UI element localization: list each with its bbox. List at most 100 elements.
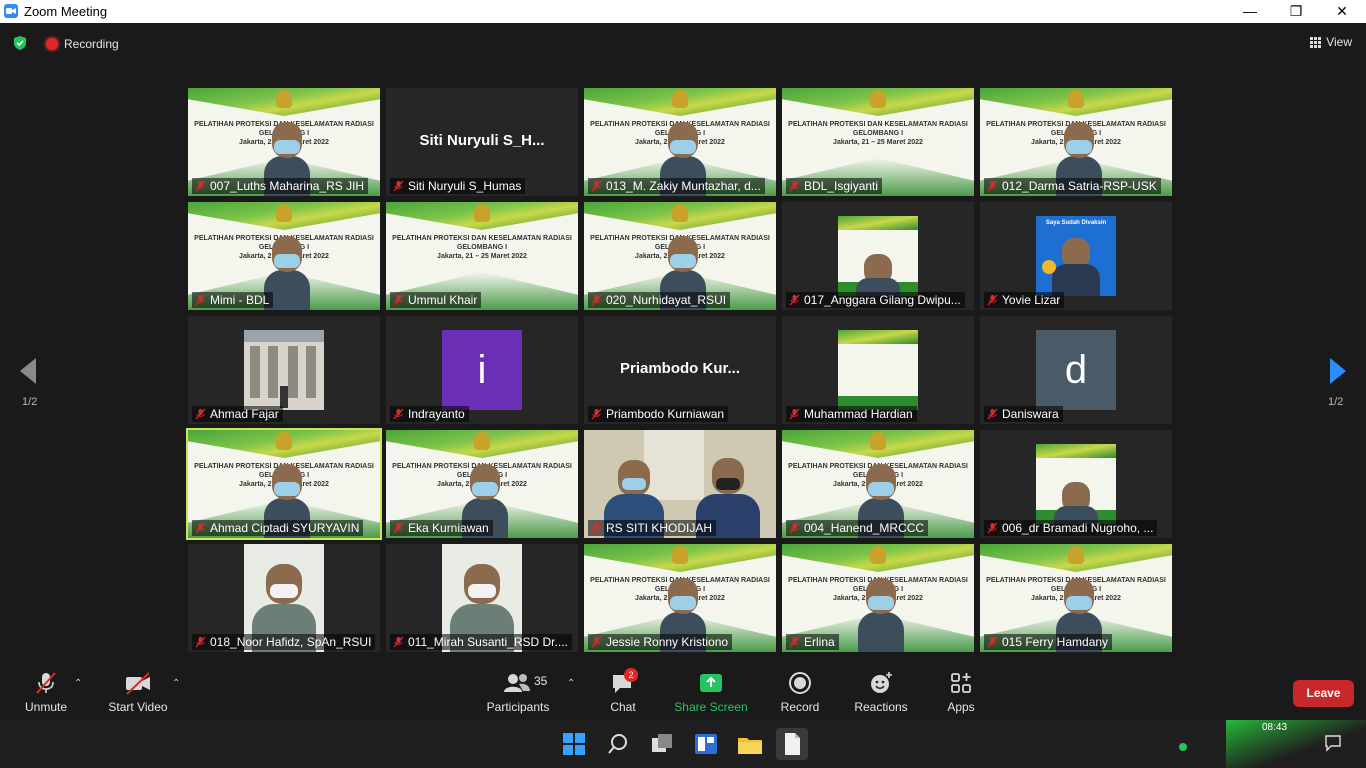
participant-name-label: 004_Hanend_MRCCC xyxy=(786,520,929,536)
garuda-emblem-icon xyxy=(672,90,688,108)
participants-button[interactable]: 35 Participants xyxy=(484,670,552,714)
participant-video-tile[interactable]: PELATIHAN PROTEKSI DAN KESELAMATAN RADIA… xyxy=(782,88,974,196)
reactions-label: Reactions xyxy=(854,700,908,714)
participant-name-label: Indrayanto xyxy=(390,406,469,422)
participant-video-tile[interactable]: RS SITI KHODIJAH xyxy=(584,430,776,538)
recording-indicator[interactable]: Recording xyxy=(46,37,119,51)
muted-mic-icon xyxy=(393,636,404,648)
participant-name-label: Daniswara xyxy=(984,406,1063,422)
participant-video-tile[interactable]: PELATIHAN PROTEKSI DAN KESELAMATAN RADIA… xyxy=(980,88,1172,196)
participant-name-label: 017_Anggara Gilang Dwipu... xyxy=(786,292,965,308)
meeting-toolbar: Unmute ⌃ Start Video ⌃ 35 Participants ⌃… xyxy=(0,664,1366,720)
leave-button[interactable]: Leave xyxy=(1293,680,1354,707)
participant-video-tile[interactable]: PELATIHAN PROTEKSI DAN KESELAMATAN RADIA… xyxy=(782,544,974,652)
taskbar-clock[interactable]: 08:43 xyxy=(1262,722,1287,733)
participant-video-tile[interactable]: PELATIHAN PROTEKSI DAN KESELAMATAN RADIA… xyxy=(584,544,776,652)
chat-button[interactable]: 2 Chat xyxy=(606,668,640,714)
widgets-icon[interactable] xyxy=(690,728,722,760)
windows-start-icon[interactable] xyxy=(558,728,590,760)
start-video-label: Start Video xyxy=(108,700,168,714)
muted-mic-icon xyxy=(591,180,602,192)
muted-mic-icon xyxy=(591,294,602,306)
record-icon xyxy=(789,672,811,694)
shield-icon[interactable] xyxy=(12,35,28,51)
apps-button[interactable]: Apps xyxy=(944,670,978,714)
title-bar: Zoom Meeting — ❐ ✕ xyxy=(0,0,1366,23)
participant-video-tile[interactable]: Saya Sudah Divaksin Yovie Lizar xyxy=(980,202,1172,310)
participant-name-label: BDL_Isgiyanti xyxy=(786,178,883,194)
participant-video-tile[interactable]: Siti Nuryuli S_H... Siti Nuryuli S_Humas xyxy=(386,88,578,196)
garuda-emblem-icon xyxy=(1068,90,1084,108)
participant-video xyxy=(838,330,918,410)
video-options-chevron-up-icon[interactable]: ⌃ xyxy=(172,678,180,689)
participant-video-tile[interactable]: Muhammad Hardian xyxy=(782,316,974,424)
participant-video-tile[interactable]: PELATIHAN PROTEKSI DAN KESELAMATAN RADIA… xyxy=(584,202,776,310)
smiley-reaction-icon xyxy=(871,672,892,693)
share-screen-label: Share Screen xyxy=(674,700,748,714)
notifications-icon[interactable] xyxy=(1324,734,1342,752)
start-video-button[interactable]: Start Video xyxy=(106,670,170,714)
participant-video-tile[interactable]: 018_Noor Hafidz, SpAn_RSUI xyxy=(188,544,380,652)
next-page-arrow-icon[interactable] xyxy=(1328,356,1348,386)
participant-name-label: Erlina xyxy=(786,634,839,650)
close-button[interactable]: ✕ xyxy=(1319,0,1365,23)
participant-video-tile[interactable]: d Daniswara xyxy=(980,316,1172,424)
garuda-emblem-icon xyxy=(870,90,886,108)
muted-mic-icon xyxy=(393,522,404,534)
task-view-icon[interactable] xyxy=(646,728,678,760)
participant-video xyxy=(1036,444,1116,524)
muted-mic-icon xyxy=(987,294,998,306)
participant-video-tile[interactable]: PELATIHAN PROTEKSI DAN KESELAMATAN RADIA… xyxy=(188,202,380,310)
record-button[interactable]: Record xyxy=(778,670,822,714)
participant-video-tile[interactable]: Ahmad Fajar xyxy=(188,316,380,424)
participant-display-name: Siti Nuryuli S_H... xyxy=(419,132,545,149)
garuda-emblem-icon xyxy=(276,90,292,108)
participant-name-label: 006_dr Bramadi Nugroho, ... xyxy=(984,520,1158,536)
share-screen-button[interactable]: Share Screen xyxy=(674,670,748,714)
document-app-icon[interactable] xyxy=(776,728,808,760)
muted-mic-icon xyxy=(195,294,206,306)
participants-options-chevron-up-icon[interactable]: ⌃ xyxy=(567,678,575,689)
audio-options-chevron-up-icon[interactable]: ⌃ xyxy=(74,678,82,689)
muted-mic-icon xyxy=(195,522,206,534)
participant-avatar: d xyxy=(1036,330,1116,410)
view-button[interactable]: View xyxy=(1310,35,1352,49)
reactions-button[interactable]: Reactions xyxy=(852,670,910,714)
restore-button[interactable]: ❐ xyxy=(1273,0,1319,23)
video-off-icon xyxy=(126,672,150,695)
participant-video-tile[interactable]: PELATIHAN PROTEKSI DAN KESELAMATAN RADIA… xyxy=(980,544,1172,652)
garuda-emblem-icon xyxy=(474,204,490,222)
participant-video-tile[interactable]: PELATIHAN PROTEKSI DAN KESELAMATAN RADIA… xyxy=(386,430,578,538)
muted-mic-icon xyxy=(393,180,404,192)
participant-video-tile[interactable]: PELATIHAN PROTEKSI DAN KESELAMATAN RADIA… xyxy=(584,88,776,196)
previous-page-arrow-icon[interactable] xyxy=(18,356,38,386)
participant-video-tile[interactable]: 006_dr Bramadi Nugroho, ... xyxy=(980,430,1172,538)
wallpaper-corner xyxy=(1226,720,1366,768)
file-explorer-icon[interactable] xyxy=(734,728,766,760)
search-icon[interactable] xyxy=(602,728,634,760)
participant-video-tile[interactable]: Priambodo Kur... Priambodo Kurniawan xyxy=(584,316,776,424)
muted-mic-icon xyxy=(591,636,602,648)
meeting-top-bar: Recording View xyxy=(0,23,1366,65)
participant-video-tile[interactable]: 011_Mirah Susanti_RSD Dr.... xyxy=(386,544,578,652)
participant-video-tile[interactable]: PELATIHAN PROTEKSI DAN KESELAMATAN RADIA… xyxy=(186,428,382,540)
apps-icon xyxy=(951,673,971,693)
participant-name-label: Ahmad Ciptadi SYURYAVIN xyxy=(192,520,364,536)
participant-video-tile[interactable]: PELATIHAN PROTEKSI DAN KESELAMATAN RADIA… xyxy=(782,430,974,538)
participant-name-label: Ahmad Fajar xyxy=(192,406,283,422)
participant-name-label: Yovie Lizar xyxy=(984,292,1065,308)
video-gallery: PELATIHAN PROTEKSI DAN KESELAMATAN RADIA… xyxy=(186,88,1180,656)
unmute-button[interactable]: Unmute xyxy=(22,670,70,714)
network-tray-icon[interactable] xyxy=(1178,742,1188,752)
participants-count: 35 xyxy=(534,674,548,688)
participant-video-tile[interactable]: PELATIHAN PROTEKSI DAN KESELAMATAN RADIA… xyxy=(386,202,578,310)
participant-video-tile[interactable]: PELATIHAN PROTEKSI DAN KESELAMATAN RADIA… xyxy=(188,88,380,196)
garuda-emblem-icon xyxy=(474,432,490,450)
participant-video-tile[interactable]: 017_Anggara Gilang Dwipu... xyxy=(782,202,974,310)
minimize-button[interactable]: — xyxy=(1227,0,1273,23)
garuda-emblem-icon xyxy=(672,204,688,222)
muted-mic-icon xyxy=(393,294,404,306)
participant-name-label: Ummul Khair xyxy=(390,292,482,308)
participant-video-tile[interactable]: i Indrayanto xyxy=(386,316,578,424)
participant-name-label: 007_Luths Maharina_RS JIH xyxy=(192,178,369,194)
